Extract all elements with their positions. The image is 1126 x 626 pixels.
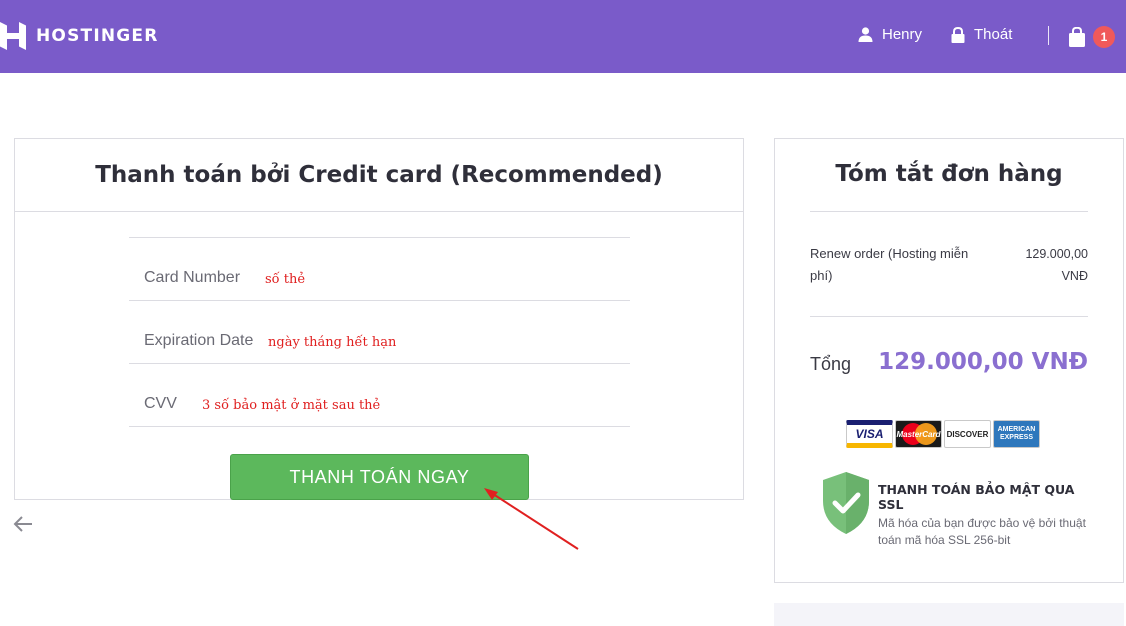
total-label: Tổng bbox=[810, 354, 852, 374]
hostinger-logo-icon bbox=[0, 22, 26, 50]
shopping-bag-icon[interactable] bbox=[1068, 27, 1086, 47]
mastercard-label: MasterCard bbox=[896, 429, 941, 439]
expiration-date-label: Expiration Date bbox=[144, 332, 254, 349]
back-arrow-icon[interactable] bbox=[12, 514, 34, 534]
mastercard-icon: MasterCard bbox=[895, 420, 942, 448]
order-item-name: Renew order (Hosting miễn phí) bbox=[810, 246, 969, 283]
payment-header: Thanh toán bởi Credit card (Recommended) bbox=[15, 139, 743, 212]
shield-check-icon bbox=[823, 472, 869, 534]
summary-title: Tóm tắt đơn hàng bbox=[835, 161, 1063, 187]
discover-card-icon: DISCOVER bbox=[944, 420, 991, 448]
cvv-label: CVV bbox=[144, 395, 177, 412]
brand-logo[interactable]: HOSTINGER bbox=[0, 22, 159, 50]
expiration-date-field[interactable]: Expiration Date ngày tháng hết hạn bbox=[129, 301, 630, 364]
user-name: Henry bbox=[882, 26, 923, 43]
lock-icon bbox=[951, 26, 965, 43]
top-navbar: HOSTINGER Henry Thoát 1 bbox=[0, 0, 1126, 73]
bottom-panel-edge bbox=[774, 603, 1124, 626]
card-number-field[interactable]: Card Number số thẻ bbox=[129, 238, 630, 301]
accepted-cards: VISA MasterCard DISCOVER AMERICAN EXPRES… bbox=[846, 420, 1040, 448]
card-number-annotation: số thẻ bbox=[265, 272, 306, 287]
nav-divider bbox=[1048, 26, 1049, 45]
logout-label: Thoát bbox=[974, 26, 1013, 43]
user-icon bbox=[858, 27, 873, 42]
cvv-annotation: 3 số bảo mật ở mặt sau thẻ bbox=[202, 398, 381, 413]
expiration-date-annotation: ngày tháng hết hạn bbox=[268, 335, 397, 350]
card-number-label: Card Number bbox=[144, 269, 241, 286]
ssl-description: Mã hóa của bạn được bảo vệ bởi thuật toá… bbox=[878, 516, 1086, 547]
logout-link[interactable]: Thoát bbox=[951, 26, 1012, 43]
order-summary-panel: Tóm tắt đơn hàng Renew order (Hosting mi… bbox=[774, 138, 1124, 583]
cvv-field[interactable]: CVV 3 số bảo mật ở mặt sau thẻ bbox=[129, 364, 630, 427]
cart-count-badge: 1 bbox=[1093, 26, 1115, 48]
red-pointer-arrow bbox=[484, 488, 579, 550]
summary-divider bbox=[810, 316, 1088, 317]
user-menu[interactable]: Henry bbox=[858, 26, 922, 43]
ssl-title: THANH TOÁN BẢO MẬT QUA SSL bbox=[878, 482, 1075, 512]
payment-card: Thanh toán bởi Credit card (Recommended)… bbox=[14, 138, 744, 500]
visa-card-icon: VISA bbox=[846, 420, 893, 448]
total-amount: 129.000,00 VNĐ bbox=[878, 349, 1088, 375]
brand-name: HOSTINGER bbox=[36, 26, 159, 46]
payment-title: Thanh toán bởi Credit card (Recommended) bbox=[95, 162, 663, 188]
amex-card-icon: AMERICAN EXPRESS bbox=[993, 420, 1040, 448]
summary-divider bbox=[810, 211, 1088, 212]
order-item-price: 129.000,00 VNĐ bbox=[1025, 247, 1088, 283]
